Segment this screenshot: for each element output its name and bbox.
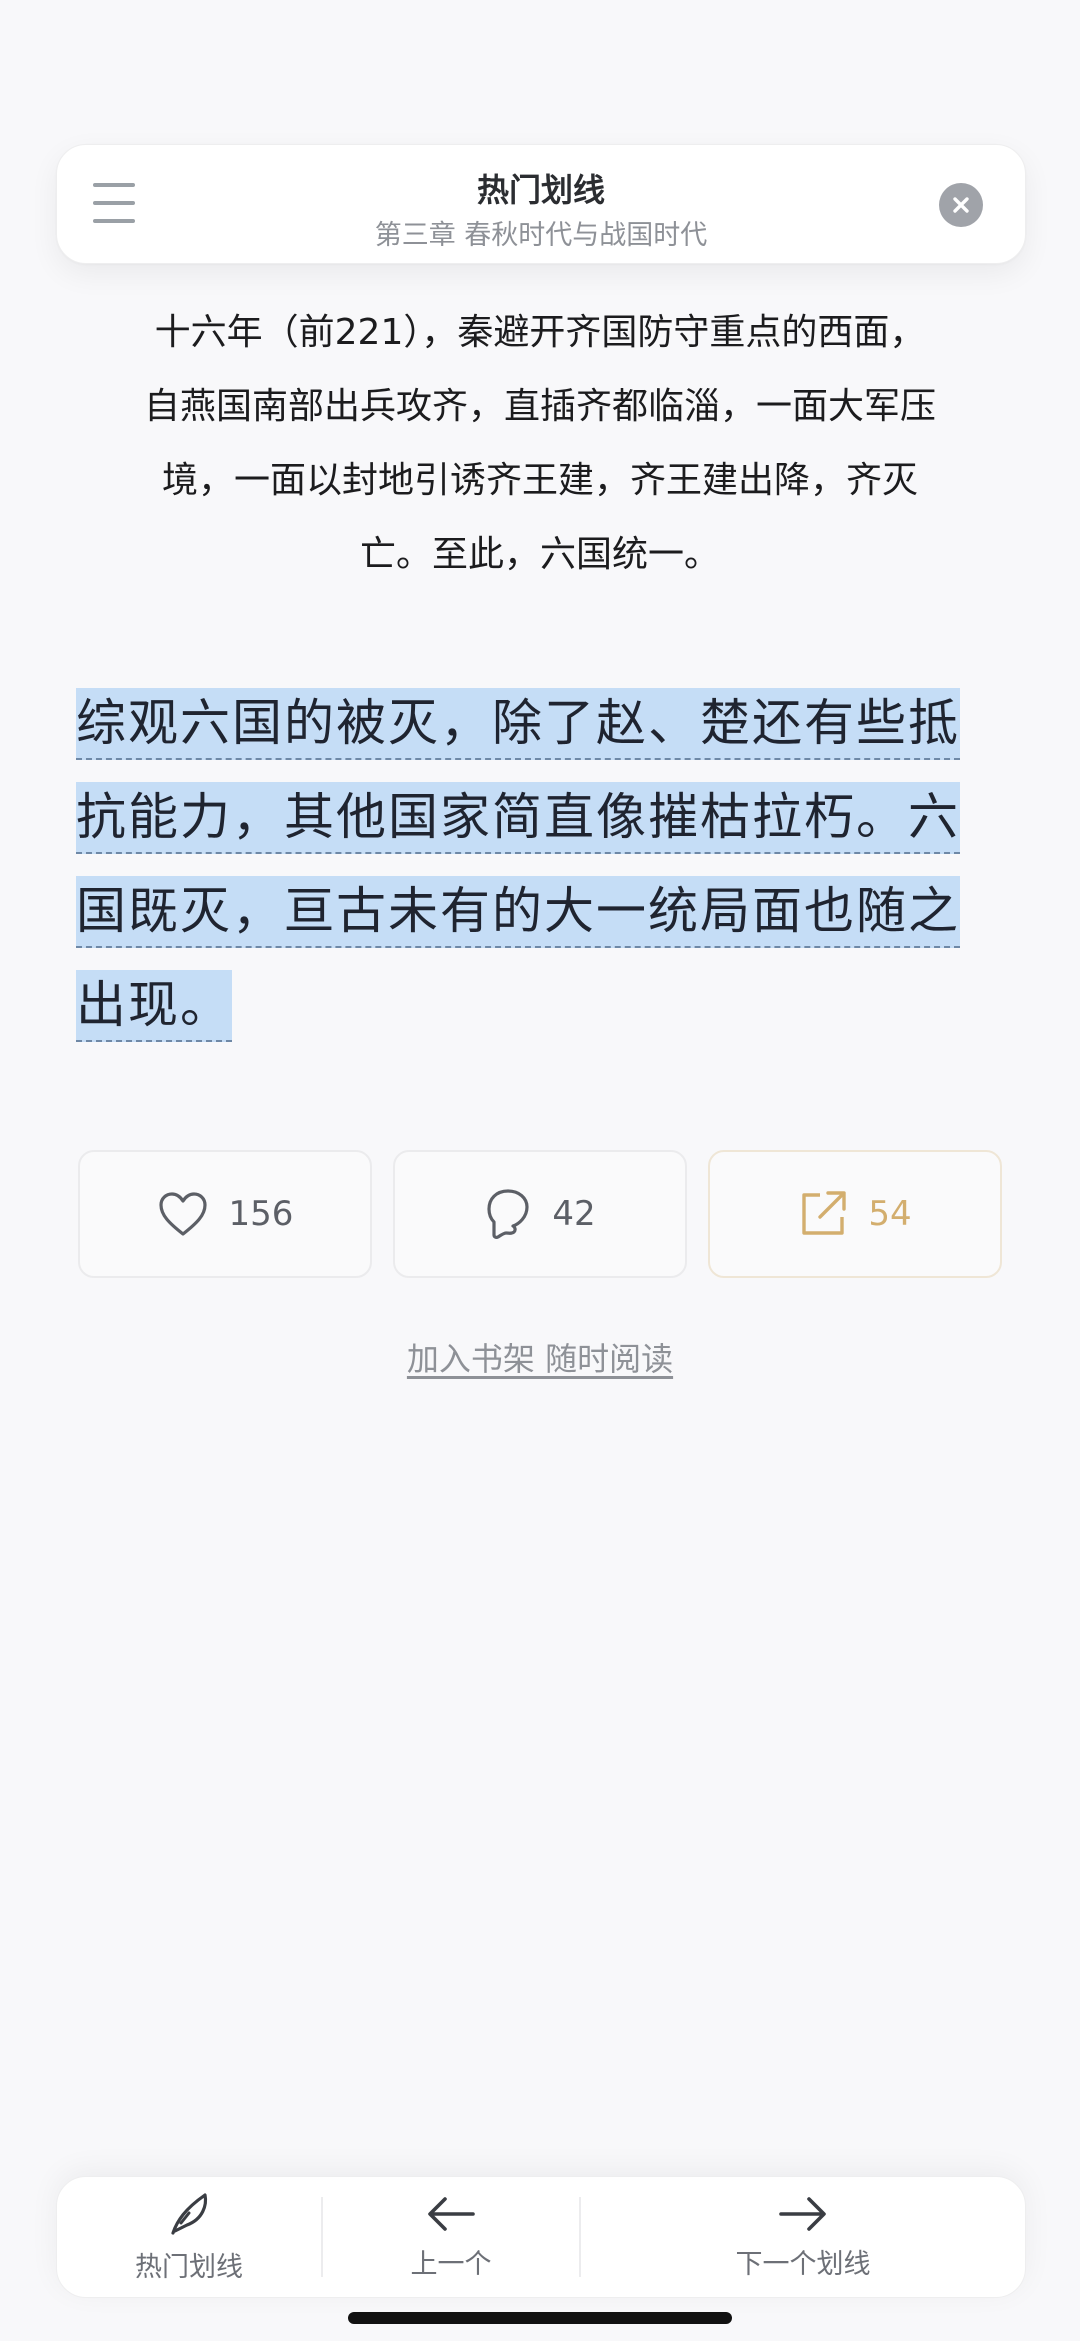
arrow-right-icon xyxy=(779,2196,826,2231)
previous-label: 上一个 xyxy=(410,2248,492,2280)
paragraph-line: 境，一面以封地引诱齐王建，齐王建出降，齐灭 xyxy=(161,460,918,501)
comment-count: 42 xyxy=(552,1194,596,1234)
hot-highlights-label: 热门划线 xyxy=(135,2251,243,2283)
header-title: 热门划线 xyxy=(476,171,605,209)
heart-icon xyxy=(158,1192,207,1236)
arrow-left-icon xyxy=(428,2196,475,2231)
paragraph-line: 亡。至此，六国统一。 xyxy=(359,534,720,575)
share-button[interactable]: 54 xyxy=(708,1150,1002,1278)
share-export-icon xyxy=(802,1191,847,1235)
chapter-subtitle: 第三章 春秋时代与战国时代 xyxy=(374,220,708,251)
hot-highlights-tab[interactable]: 热门划线 xyxy=(57,2177,321,2297)
paragraph-line: 十六年（前221），秦避开齐国防守重点的西面， xyxy=(154,312,926,353)
comment-button[interactable]: 42 xyxy=(393,1150,687,1278)
bottom-nav: 热门划线 上一个 下一个划线 xyxy=(56,2176,1026,2298)
share-count: 54 xyxy=(868,1194,912,1234)
context-paragraph: 十六年（前221），秦避开齐国防守重点的西面， 自燕国南部出兵攻齐，直插齐都临淄… xyxy=(80,296,1000,592)
action-row: 156 42 54 xyxy=(78,1150,1002,1280)
next-highlight-button[interactable]: 下一个划线 xyxy=(581,2177,1025,2297)
comment-bubble-icon xyxy=(487,1189,529,1239)
like-button[interactable]: 156 xyxy=(78,1150,372,1278)
previous-button[interactable]: 上一个 xyxy=(323,2177,579,2297)
home-indicator[interactable] xyxy=(348,2312,732,2324)
add-to-shelf-link[interactable]: 加入书架 随时阅读 xyxy=(0,1334,1080,1380)
paragraph-line: 自燕国南部出兵攻齐，直插齐都临淄，一面大军压 xyxy=(143,386,936,427)
highlighted-quote[interactable]: 综观六国的被灭，除了赵、楚还有些抵抗能力，其他国家简直像摧枯拉朽。六国既灭，亘古… xyxy=(76,676,1008,1052)
feather-icon xyxy=(171,2192,208,2235)
next-highlight-label: 下一个划线 xyxy=(735,2248,871,2280)
like-count: 156 xyxy=(228,1194,294,1234)
close-icon[interactable] xyxy=(939,183,983,227)
highlight-text[interactable]: 综观六国的被灭，除了赵、楚还有些抵抗能力，其他国家简直像摧枯拉朽。六国既灭，亘古… xyxy=(76,688,960,1042)
header-card: 热门划线 第三章 春秋时代与战国时代 xyxy=(56,144,1026,264)
